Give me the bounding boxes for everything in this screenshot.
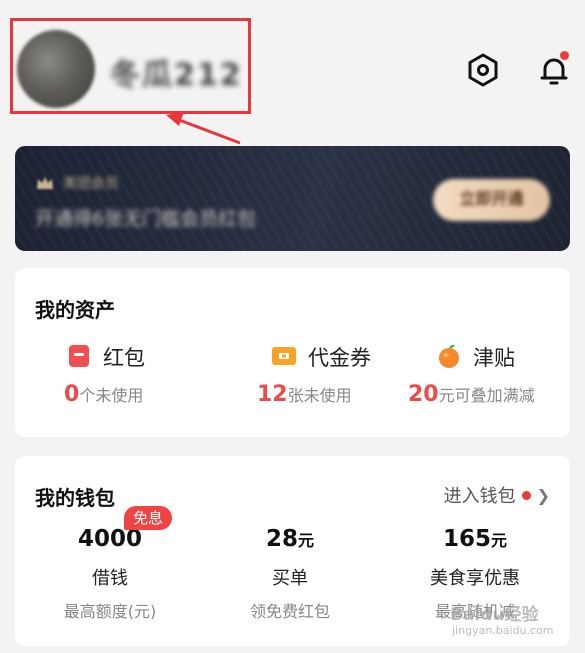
- notification-dot: [560, 51, 569, 60]
- annotation-arrow-icon: [166, 112, 241, 145]
- assets-title: 我的资产: [35, 298, 115, 322]
- wallet-sub: 最高额度(元): [63, 602, 157, 621]
- wallet-item-loan[interactable]: 4000 借钱 最高额度(元): [30, 522, 190, 622]
- wallet-item-pay[interactable]: 28元 买单 领免费红包: [210, 522, 370, 622]
- asset-suffix: 元可叠加满减: [438, 386, 535, 405]
- asset-count: 0: [64, 382, 80, 407]
- banner-subtitle: 开通得6张无门槛会员红包: [35, 208, 257, 230]
- enter-wallet-label: 进入钱包: [443, 486, 516, 507]
- asset-suffix: 个未使用: [79, 386, 144, 405]
- settings-icon[interactable]: [465, 52, 501, 88]
- wallet-label: 借钱: [92, 568, 128, 589]
- asset-suffix: 张未使用: [287, 386, 352, 405]
- assets-card: 我的资产 红包 0个未使用 代金券 12张未使用 津贴 20元可叠加满减: [15, 268, 570, 437]
- voucher-icon: [272, 347, 296, 365]
- allowance-orange-icon: [439, 344, 459, 368]
- profile-header: 冬瓜212: [0, 0, 585, 145]
- watermark-logo: Baidu经验: [450, 605, 539, 625]
- banner-title: 美团会员: [63, 176, 119, 192]
- wallet-title: 我的钱包: [35, 486, 115, 510]
- asset-voucher[interactable]: 代金券 12张未使用: [240, 342, 420, 422]
- asset-count: 12: [257, 382, 288, 407]
- red-packet-icon: [69, 345, 89, 367]
- wallet-sub: 领免费红包: [249, 602, 330, 621]
- asset-meta: 12张未使用: [257, 382, 352, 407]
- chevron-right-icon: ❯: [536, 485, 550, 505]
- asset-meta: 0个未使用: [64, 382, 143, 407]
- annotation-highlight-box: [10, 18, 251, 114]
- wallet-label: 买单: [272, 568, 308, 589]
- asset-allowance[interactable]: 津贴 20元可叠加满减: [405, 342, 585, 422]
- asset-name: 津贴: [473, 346, 515, 370]
- wallet-dot: [521, 490, 531, 500]
- open-membership-button[interactable]: 立即开通: [433, 179, 550, 221]
- wallet-amount: 28元: [265, 526, 315, 552]
- asset-name: 红包: [103, 346, 145, 370]
- crown-icon: [37, 177, 53, 189]
- asset-name: 代金券: [308, 346, 371, 370]
- wallet-amount: 165元: [442, 526, 508, 552]
- asset-meta: 20元可叠加满减: [408, 382, 535, 407]
- interest-free-badge: 免息: [124, 506, 173, 530]
- wallet-label: 美食享优惠: [430, 568, 520, 589]
- watermark-url: jingyan.baidu.com: [452, 624, 554, 637]
- asset-red-packet[interactable]: 红包 0个未使用: [35, 342, 215, 422]
- asset-count: 20: [408, 382, 439, 407]
- enter-wallet-link[interactable]: 进入钱包 ❯: [444, 482, 550, 508]
